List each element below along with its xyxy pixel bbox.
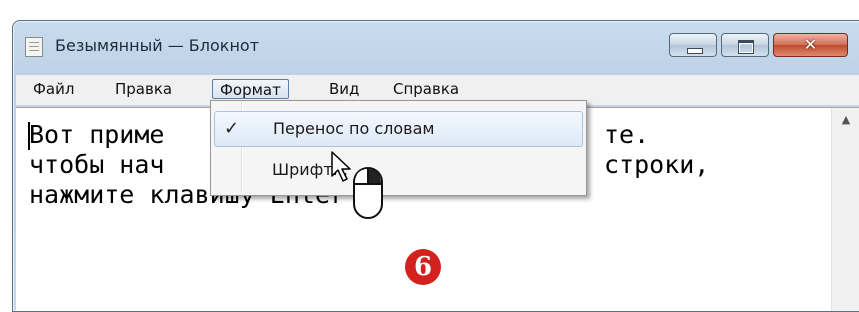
menu-help[interactable]: Справка xyxy=(386,79,466,99)
text-line-end: те. xyxy=(604,120,650,149)
menu-item-word-wrap[interactable]: ✓ Перенос по словам xyxy=(214,111,583,147)
text-line-end: строки, xyxy=(604,150,710,179)
minimize-icon xyxy=(687,48,703,54)
menu-view[interactable]: Вид xyxy=(322,79,366,99)
format-dropdown-menu: ✓ Перенос по словам Шрифт... xyxy=(210,100,587,196)
scroll-up-icon[interactable]: ▲ xyxy=(832,108,859,132)
text-line: чтобы нач xyxy=(29,150,165,179)
maximize-icon xyxy=(738,40,754,54)
menu-item-label: Перенос по словам xyxy=(273,119,435,138)
step-badge: 6 xyxy=(405,249,441,285)
menu-file[interactable]: Файл xyxy=(26,79,81,99)
text-line: Вот приме xyxy=(29,120,165,149)
title-bar[interactable]: Безымянный — Блокнот ✕ xyxy=(13,21,859,69)
checkmark-icon: ✓ xyxy=(224,118,240,139)
mouse-click-icon xyxy=(353,167,383,219)
menu-edit[interactable]: Правка xyxy=(108,79,179,99)
window-title: Безымянный — Блокнот xyxy=(55,36,260,55)
minimize-button[interactable] xyxy=(669,33,717,57)
menu-format[interactable]: Формат xyxy=(212,79,289,99)
vertical-scrollbar[interactable]: ▲ xyxy=(831,108,859,311)
notepad-icon xyxy=(25,37,43,57)
close-icon: ✕ xyxy=(803,35,818,54)
mouse-pointer-icon xyxy=(331,151,351,182)
maximize-button[interactable] xyxy=(721,33,769,57)
close-button[interactable]: ✕ xyxy=(773,33,848,57)
menu-item-font[interactable]: Шрифт... xyxy=(214,153,583,189)
